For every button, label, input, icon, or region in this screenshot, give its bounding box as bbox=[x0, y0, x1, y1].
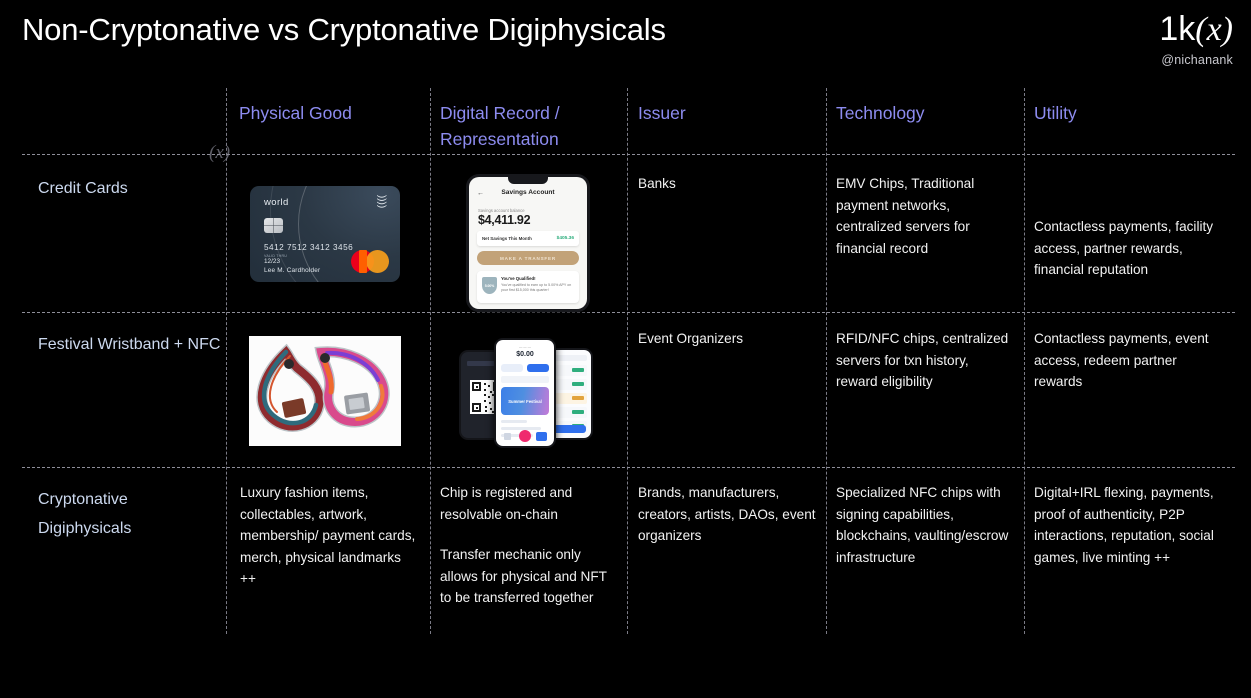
phone-screen: — — — $0.00 Summer Festival bbox=[496, 340, 554, 446]
cell-physical-good-cryptonative: Luxury fashion items, collectables, artw… bbox=[240, 485, 416, 586]
net-savings-value: $405.36 bbox=[556, 236, 574, 241]
balance-amount: $4,411.92 bbox=[478, 213, 531, 227]
detail-line bbox=[501, 420, 527, 423]
row-label-credit-cards: Credit Cards bbox=[38, 180, 128, 197]
cell-utility-festival: Contactless payments, event access, rede… bbox=[1034, 331, 1209, 389]
contactless-icon: )))) bbox=[375, 194, 387, 209]
wallet-label: — — — bbox=[518, 345, 532, 349]
status-badge bbox=[572, 368, 584, 372]
credit-card-image: world )))) 5412 7512 3412 3456 VALID THR… bbox=[250, 186, 400, 282]
apy-badge-icon: 5.00% bbox=[482, 277, 497, 294]
cell-technology-credit-cards: EMV Chips, Traditional payment networks,… bbox=[836, 176, 975, 256]
wristbands-illustration bbox=[249, 336, 401, 446]
card-expiry-value: 12/23 bbox=[264, 258, 280, 265]
mastercard-overlap bbox=[358, 250, 367, 273]
banking-app-phone-image: ← Savings Account Savings account balanc… bbox=[466, 174, 590, 312]
grid-hline bbox=[22, 467, 1235, 468]
row-label-cryptonative: Cryptonative Digiphysicals bbox=[38, 491, 132, 537]
grid-vline bbox=[430, 88, 431, 634]
grid-vline bbox=[826, 88, 827, 634]
mastercard-yellow-circle bbox=[366, 250, 389, 273]
wallet-balance: $0.00 bbox=[516, 351, 534, 358]
mastercard-logo-icon bbox=[351, 250, 389, 273]
status-badge bbox=[572, 396, 584, 400]
promo-title: You've Qualified! bbox=[501, 276, 536, 281]
make-a-transfer-button[interactable]: MAKE A TRANSFER bbox=[477, 251, 579, 265]
page-title: Non-Cryptonative vs Cryptonative Digiphy… bbox=[22, 12, 666, 47]
grid-vline bbox=[226, 88, 227, 634]
grid-vline bbox=[1024, 88, 1025, 634]
phone-screen: ← Savings Account Savings account balanc… bbox=[469, 177, 587, 309]
card-holder-name: Lee M. Cardholder bbox=[264, 267, 321, 274]
column-header-utility: Utility bbox=[1034, 103, 1077, 123]
banking-screen-title: Savings Account bbox=[501, 189, 555, 196]
column-header-digital-record: Digital Record / Representation bbox=[440, 103, 560, 149]
status-badge bbox=[572, 410, 584, 414]
event-app-phones-image: — — — $0.00 Summer Festival bbox=[457, 332, 593, 452]
card-brand-word: world bbox=[264, 197, 289, 208]
wallet-action-button-primary[interactable] bbox=[527, 364, 549, 372]
cell-issuer-cryptonative: Brands, manufacturers, creators, artists… bbox=[638, 485, 816, 543]
ticket-app-phone: — — — $0.00 Summer Festival bbox=[494, 338, 556, 448]
brand-logo-prefix: 1k bbox=[1159, 10, 1196, 48]
cell-utility-cryptonative: Digital+IRL flexing, payments, proof of … bbox=[1034, 485, 1214, 565]
cell-issuer-festival: Event Organizers bbox=[638, 331, 744, 346]
scan-fab-button[interactable] bbox=[519, 430, 531, 442]
section-row bbox=[501, 376, 549, 383]
grid-hline bbox=[22, 312, 1235, 313]
brand-block: 1k(x) @nichanank bbox=[1159, 12, 1233, 67]
digital-record-paragraph-2: Transfer mechanic only allows for physic… bbox=[440, 547, 607, 605]
digital-record-paragraph-1: Chip is registered and resolvable on-cha… bbox=[440, 485, 573, 522]
grid-hline bbox=[22, 154, 1235, 155]
cell-digital-record-cryptonative: Chip is registered and resolvable on-cha… bbox=[440, 482, 620, 609]
status-badge bbox=[572, 382, 584, 386]
cell-utility-credit-cards: Contactless payments, facility access, p… bbox=[1034, 219, 1214, 277]
row-label-festival-wristband: Festival Wristband + NFC bbox=[38, 336, 221, 353]
cell-technology-cryptonative: Specialized NFC chips with signing capab… bbox=[836, 485, 1009, 565]
column-header-issuer: Issuer bbox=[638, 103, 686, 123]
emv-chip-icon bbox=[264, 218, 283, 233]
brand-logo: 1k(x) bbox=[1159, 12, 1233, 47]
phone-notch bbox=[508, 177, 548, 184]
cell-issuer-credit-cards: Banks bbox=[638, 176, 676, 191]
brand-logo-paren: (x) bbox=[1195, 11, 1233, 48]
column-header-technology: Technology bbox=[836, 103, 925, 123]
promo-card: 5.00% You've Qualified! You've qualified… bbox=[477, 271, 579, 303]
net-savings-card: Net Savings This Month $405.36 bbox=[477, 231, 579, 246]
comparison-matrix: Physical Good Digital Record / Represent… bbox=[0, 88, 1251, 648]
detail-line bbox=[501, 427, 541, 430]
net-savings-label: Net Savings This Month bbox=[482, 236, 532, 241]
card-number: 5412 7512 3412 3456 bbox=[264, 243, 354, 252]
cell-technology-festival: RFID/NFC chips, centralized servers for … bbox=[836, 331, 1009, 389]
wallet-action-button[interactable] bbox=[501, 364, 523, 372]
wallet-actions bbox=[501, 364, 549, 372]
brand-handle: @nichanank bbox=[1161, 53, 1233, 67]
home-tab-icon[interactable] bbox=[504, 433, 511, 440]
promo-body: You've qualified to earn up to 5.00% APY… bbox=[501, 283, 572, 292]
wallet-tab-icon[interactable] bbox=[536, 432, 547, 441]
grid-vline bbox=[627, 88, 628, 634]
festival-ticket-card[interactable]: Summer Festival bbox=[501, 387, 549, 415]
column-header-physical-good: Physical Good bbox=[239, 103, 352, 123]
festival-wristbands-image bbox=[249, 336, 401, 446]
